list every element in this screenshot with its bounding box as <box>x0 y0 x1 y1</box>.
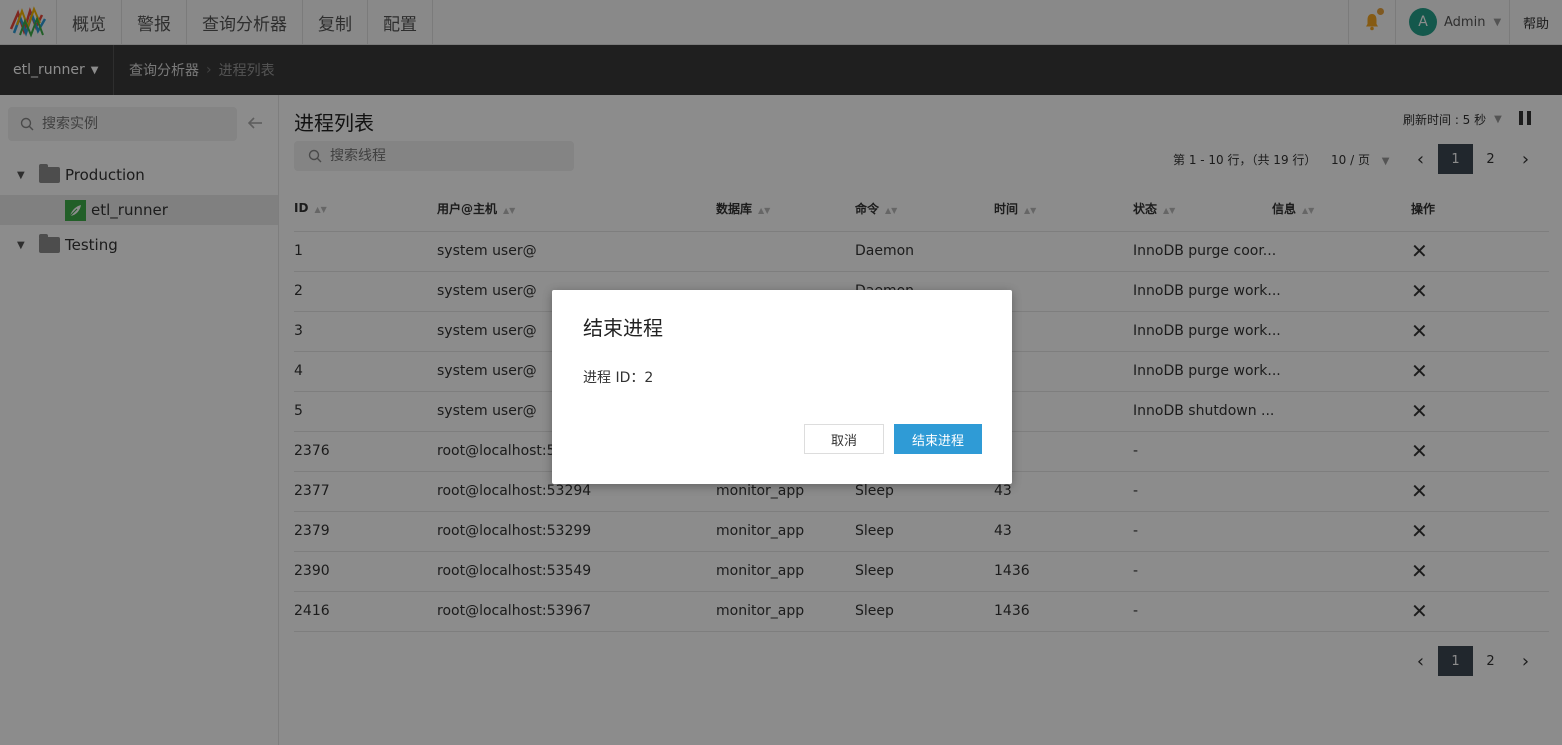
dialog-body: 进程 ID：2 <box>583 370 654 386</box>
kill-process-dialog: 结束进程 进程 ID：2 取消 结束进程 <box>552 290 1012 484</box>
kill-process-button[interactable]: 结束进程 <box>894 424 982 454</box>
cancel-button[interactable]: 取消 <box>804 424 884 454</box>
dialog-title: 结束进程 <box>583 316 663 340</box>
